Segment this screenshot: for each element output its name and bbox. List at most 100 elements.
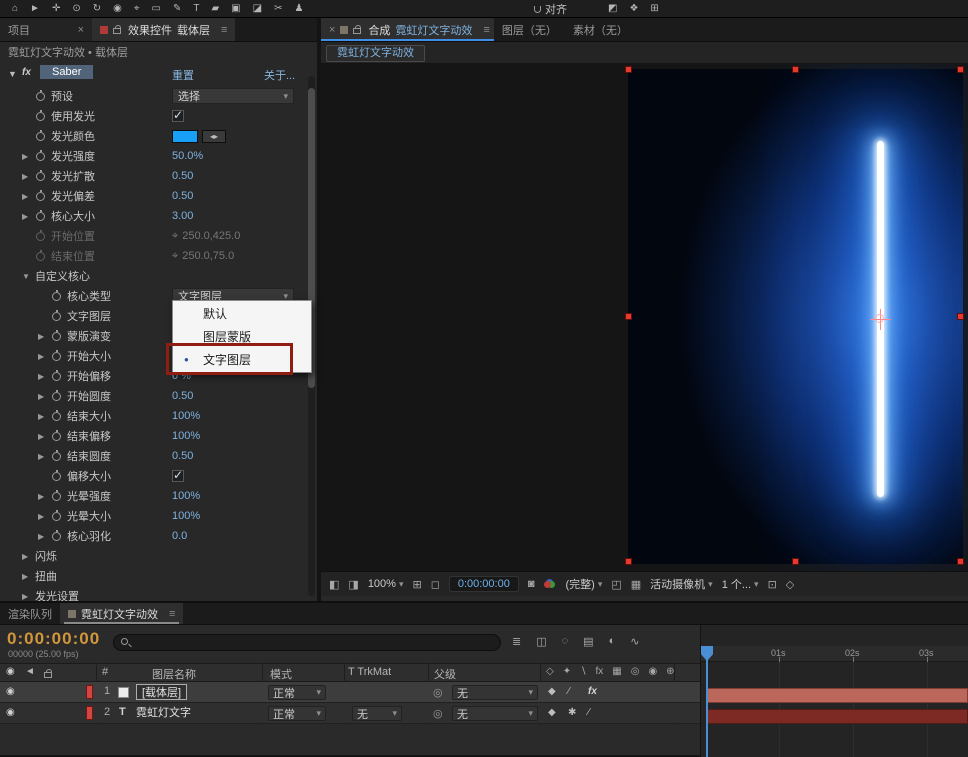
fx-icon[interactable]: fx — [595, 666, 603, 677]
trkmat-column-label[interactable]: T TrkMat — [348, 666, 391, 678]
property-value[interactable]: 0.50 — [172, 190, 193, 202]
panel-menu-icon[interactable]: ≡ — [483, 24, 489, 36]
stopwatch-icon[interactable] — [52, 472, 61, 481]
fx-badge-icon[interactable]: fx — [22, 67, 31, 78]
frame-blend-switch[interactable]: ∕ — [568, 686, 570, 697]
pixel-aspect-icon[interactable]: ⊡ — [768, 578, 777, 591]
twirl-icon[interactable]: ▶ — [38, 412, 51, 421]
eye-icon[interactable]: ◉ — [6, 707, 15, 718]
twirl-icon[interactable]: ▶ — [38, 372, 51, 381]
property-value[interactable]: 0.50 — [172, 390, 193, 402]
close-icon[interactable]: × — [78, 24, 84, 36]
twirl-icon[interactable]: ▶ — [22, 212, 35, 221]
twirl-icon[interactable]: ▶ — [22, 552, 35, 561]
audio-column-icon[interactable]: ◄ — [25, 666, 35, 677]
anchor-point-icon[interactable] — [870, 309, 891, 330]
puppet-pin-icon[interactable]: ♟ — [294, 0, 303, 18]
twirl-icon[interactable]: ▶ — [38, 532, 51, 541]
selection-handle[interactable] — [625, 558, 632, 565]
quality-switch[interactable]: ◆ — [548, 686, 556, 697]
tab-effect-controls[interactable]: 效果控件 载体层 ≡ — [92, 18, 235, 41]
panel-menu-icon[interactable]: ≡ — [169, 608, 175, 620]
selection-handle[interactable] — [957, 66, 964, 73]
layer-row[interactable]: ◉1[载体层]正常▾◎无▾◆∕fx — [0, 682, 700, 703]
view-layout-select[interactable]: 1 个...▾ — [722, 576, 759, 592]
twirl-icon[interactable]: ▶ — [22, 572, 35, 581]
stopwatch-icon[interactable] — [36, 172, 45, 181]
twirl-icon[interactable]: ▶ — [38, 452, 51, 461]
zoom-icon[interactable]: ⊙ — [72, 0, 80, 18]
mask-visibility-icon[interactable]: ◩ — [608, 0, 617, 18]
property-value[interactable]: 100% — [172, 430, 200, 442]
current-time-display[interactable]: 0:00:00:00 — [7, 629, 100, 649]
menu-item[interactable]: 默认 — [173, 302, 311, 325]
clone-stamp-icon[interactable]: ▣ — [231, 0, 240, 18]
breadcrumb[interactable]: 霓虹灯文字动效 — [326, 45, 425, 62]
twirl-icon[interactable]: ▶ — [38, 392, 51, 401]
home-icon[interactable]: ⌂ — [12, 0, 18, 18]
type-icon[interactable]: T — [193, 0, 199, 18]
search-input[interactable] — [113, 634, 501, 651]
orbit-camera-icon[interactable]: ↻ — [93, 0, 101, 18]
collapse-switch[interactable]: ✱ — [568, 707, 576, 718]
about-link[interactable]: 关于... — [264, 67, 295, 83]
reset-link[interactable]: 重置 — [172, 67, 194, 83]
composition-viewer[interactable] — [321, 64, 968, 571]
zoom-select[interactable]: 100%▾ — [368, 578, 404, 590]
parent-column-label[interactable]: 父级 — [434, 666, 456, 682]
stopwatch-icon[interactable] — [36, 252, 45, 261]
twirl-icon[interactable]: ▶ — [22, 192, 35, 201]
fast-preview-icon[interactable]: ◇ — [786, 578, 794, 591]
stopwatch-icon[interactable] — [36, 232, 45, 241]
collapse-icon[interactable]: ✦ — [563, 666, 571, 677]
mask-toggle-icon[interactable]: ◻ — [431, 578, 440, 591]
fx-switch[interactable]: fx — [588, 686, 597, 697]
stopwatch-icon[interactable] — [52, 312, 61, 321]
eraser-icon[interactable]: ◪ — [253, 0, 262, 18]
selection-handle[interactable] — [957, 558, 964, 565]
lock-column-icon[interactable] — [44, 672, 52, 678]
tab-timeline-comp[interactable]: 霓虹灯文字动效 ≡ — [60, 603, 183, 624]
label-color-chip[interactable] — [86, 706, 93, 720]
stopwatch-icon[interactable] — [52, 292, 61, 301]
parent-dropdown[interactable]: 无▾ — [452, 706, 538, 721]
twirl-icon[interactable]: ▶ — [38, 492, 51, 501]
twirl-icon[interactable]: ▶ — [22, 172, 35, 181]
property-dropdown[interactable]: 选择▾ — [172, 88, 294, 104]
quality-icon[interactable]: ∖ — [580, 666, 586, 677]
twirl-icon[interactable]: ▼ — [22, 272, 35, 281]
property-checkbox[interactable] — [172, 110, 184, 122]
property-checkbox[interactable] — [172, 470, 184, 482]
layer-mode-dropdown[interactable]: 正常▾ — [268, 685, 326, 700]
pan-behind-icon[interactable]: ⌖ — [134, 0, 140, 18]
stopwatch-icon[interactable] — [36, 132, 45, 141]
selection-handle[interactable] — [792, 66, 799, 73]
snap-control[interactable]: 对齐 — [534, 0, 567, 18]
shape-icon[interactable]: ▭ — [152, 0, 161, 18]
selection-icon[interactable]: ► — [30, 0, 40, 18]
layer-name-column-label[interactable]: 图层名称 — [152, 666, 196, 682]
timeline-graph-area[interactable]: 01s02s03s — [700, 625, 968, 757]
hand-icon[interactable]: ✛ — [52, 0, 60, 18]
grid-options-icon[interactable]: ⊞ — [412, 578, 421, 591]
stopwatch-icon[interactable] — [36, 192, 45, 201]
motion-blur-icon[interactable]: ◎ — [631, 666, 640, 677]
tab-layer-viewer[interactable]: 图层（无） — [494, 18, 565, 41]
twirl-icon[interactable]: ▶ — [38, 512, 51, 521]
property-value[interactable]: 100% — [172, 410, 200, 422]
camera-icon[interactable]: ◉ — [113, 0, 122, 18]
tab-composition[interactable]: × 合成 霓虹灯文字动效 ≡ — [321, 18, 494, 41]
stopwatch-icon[interactable] — [52, 532, 61, 541]
lock-icon[interactable] — [113, 28, 121, 34]
stopwatch-icon[interactable] — [36, 112, 45, 121]
adjustment-icon[interactable]: ◉ — [648, 666, 657, 677]
channels-icon[interactable] — [544, 579, 557, 590]
composition-canvas[interactable] — [628, 69, 963, 564]
tab-footage-viewer[interactable]: 素材（无） — [565, 18, 636, 41]
eye-icon[interactable]: ◉ — [6, 686, 15, 697]
pen-icon[interactable]: ✎ — [173, 0, 181, 18]
selection-handle[interactable] — [792, 558, 799, 565]
mode-column-label[interactable]: 模式 — [270, 666, 292, 682]
roto-brush-icon[interactable]: ✂ — [274, 0, 282, 18]
selection-handle[interactable] — [625, 313, 632, 320]
